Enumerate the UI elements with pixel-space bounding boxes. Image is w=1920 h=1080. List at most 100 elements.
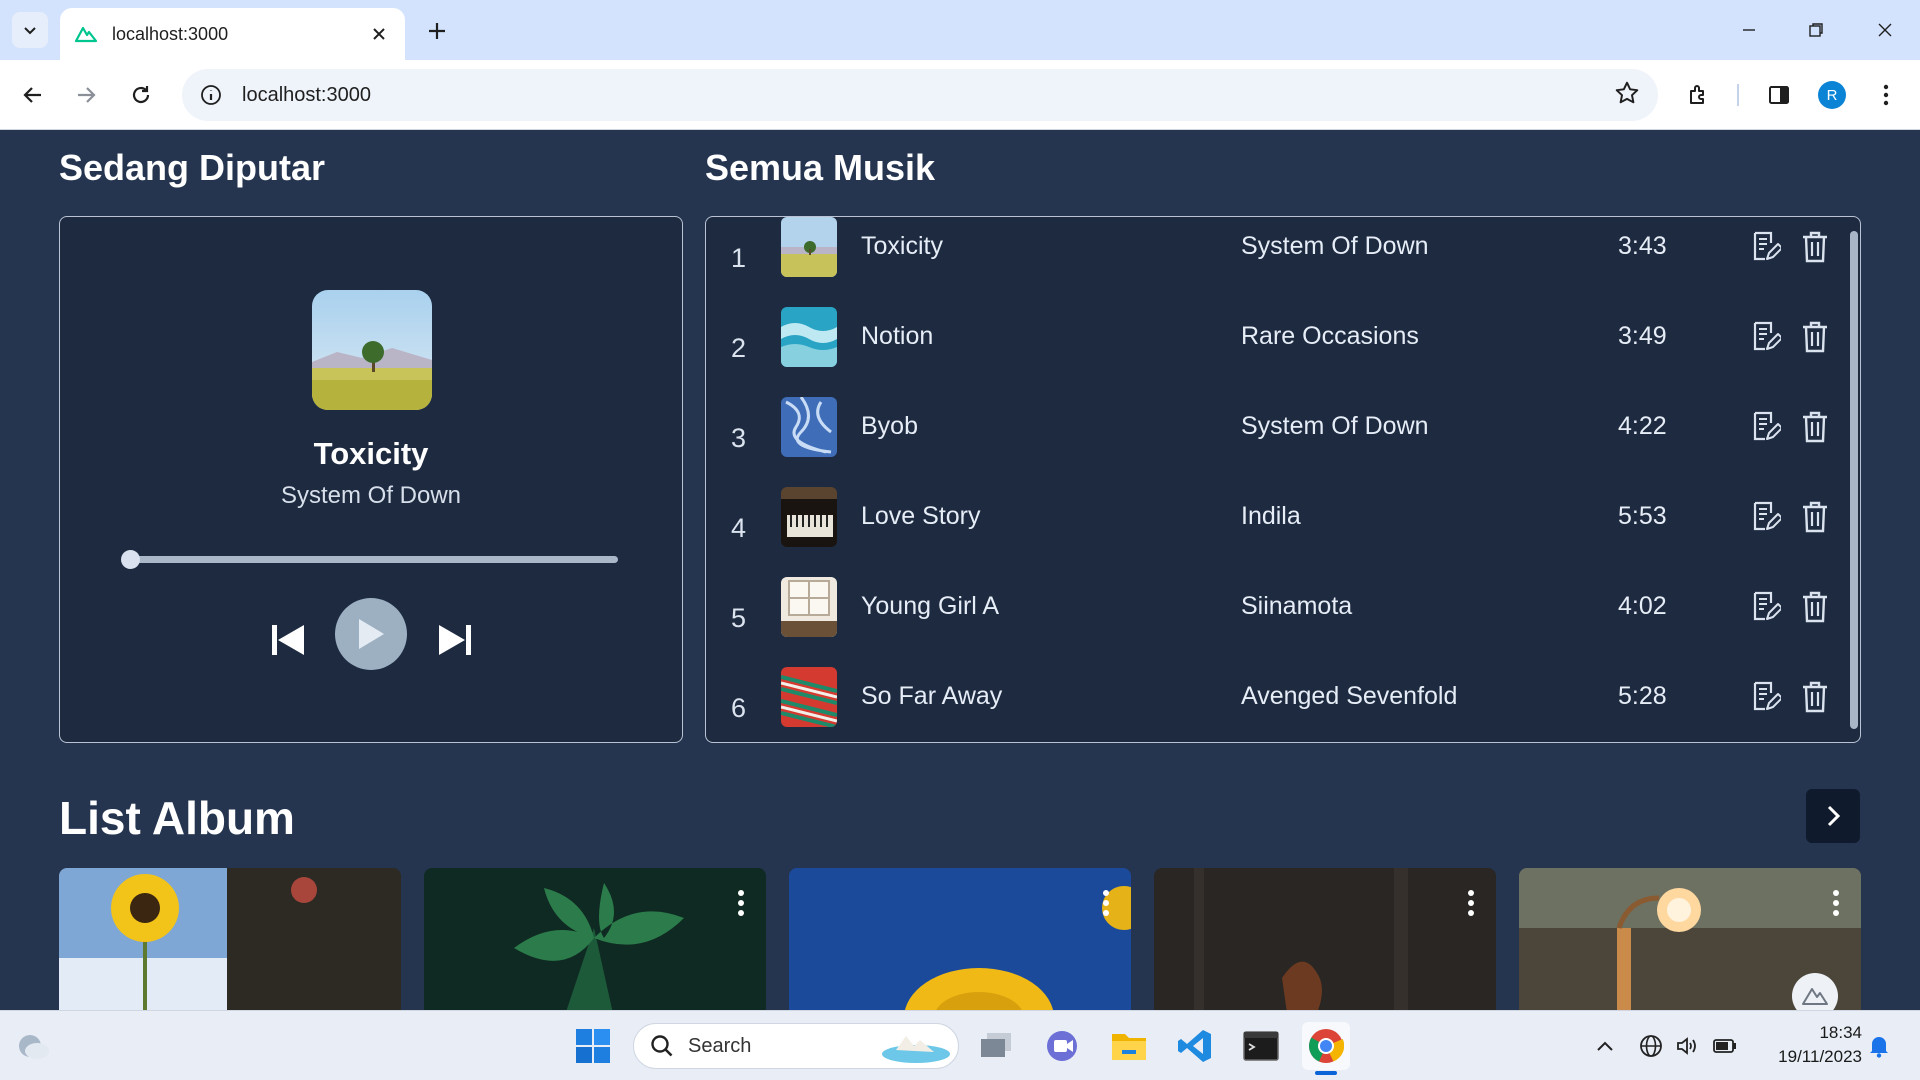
list-scrollbar[interactable]: [1850, 231, 1858, 729]
track-cover: [781, 307, 837, 367]
minimize-button[interactable]: [1726, 10, 1772, 50]
address-url[interactable]: localhost:3000: [242, 84, 371, 107]
album-cover: [1154, 868, 1496, 1010]
trash-icon: [1803, 321, 1827, 353]
globe-icon: [1640, 1035, 1662, 1057]
taskbar-clock[interactable]: 18:34 19/11/2023: [1752, 1021, 1862, 1069]
edit-button[interactable]: [1749, 499, 1783, 535]
album-card[interactable]: [424, 868, 766, 1010]
browser-toolbar: localhost:3000 R: [0, 60, 1920, 130]
forward-button[interactable]: [66, 75, 106, 115]
track-row[interactable]: 4 Love Story Indila 5:53: [706, 487, 1846, 577]
more-vertical-icon[interactable]: [1099, 888, 1113, 918]
track-row[interactable]: 6 So Far Away Avenged Sevenfold 5:28: [706, 667, 1846, 742]
chevron-right-icon: [1827, 805, 1841, 827]
battery-button[interactable]: [1710, 1031, 1740, 1061]
trash-icon: [1803, 231, 1827, 263]
show-hidden-icons-button[interactable]: [1590, 1031, 1620, 1061]
terminal-button[interactable]: [1237, 1022, 1285, 1070]
track-number: 6: [731, 693, 747, 723]
bookmark-star-button[interactable]: [1614, 80, 1640, 111]
notifications-button[interactable]: [1864, 1031, 1894, 1061]
browser-tab[interactable]: localhost:3000: [60, 8, 405, 60]
taskbar-search-label: Search: [688, 1034, 752, 1057]
tab-close-button[interactable]: [367, 22, 391, 46]
chrome-button[interactable]: [1302, 1022, 1350, 1070]
album-card[interactable]: [1154, 868, 1496, 1010]
delete-button[interactable]: [1798, 589, 1832, 625]
search-icon: [651, 1035, 673, 1057]
start-button[interactable]: [569, 1022, 617, 1070]
toolbar-divider: [1737, 84, 1739, 106]
delete-button[interactable]: [1798, 679, 1832, 715]
more-vertical-icon[interactable]: [1464, 888, 1478, 918]
edit-button[interactable]: [1749, 229, 1783, 265]
reload-button[interactable]: [121, 75, 161, 115]
taskbar-search[interactable]: Search: [633, 1023, 959, 1069]
weather-widget[interactable]: [10, 1022, 58, 1070]
volume-button[interactable]: [1672, 1031, 1702, 1061]
vscode-icon: [1178, 1030, 1211, 1062]
network-button[interactable]: [1636, 1031, 1666, 1061]
album-cover: [789, 868, 1131, 1010]
teams-chat-button[interactable]: [1039, 1022, 1087, 1070]
browser-tabstrip: localhost:3000: [0, 0, 1920, 60]
taskbar: Search 18:34 19/11/2023: [0, 1010, 1920, 1080]
skip-next-icon: [439, 625, 471, 655]
restore-button[interactable]: [1793, 10, 1839, 50]
edit-button[interactable]: [1749, 589, 1783, 625]
previous-button[interactable]: [268, 620, 308, 660]
file-explorer-button[interactable]: [1105, 1022, 1153, 1070]
close-window-button[interactable]: [1862, 10, 1908, 50]
task-view-button[interactable]: [973, 1022, 1021, 1070]
extensions-button[interactable]: [1679, 75, 1719, 115]
more-vertical-icon: [1883, 84, 1889, 106]
next-button[interactable]: [435, 620, 475, 660]
progress-thumb[interactable]: [121, 550, 140, 569]
active-app-indicator: [1315, 1071, 1337, 1075]
site-info-icon[interactable]: [200, 84, 222, 106]
profile-button[interactable]: R: [1812, 75, 1852, 115]
side-panel-icon: [1769, 86, 1789, 104]
track-row[interactable]: 5 Young Girl A Siinamota 4:02: [706, 577, 1846, 667]
nuxt-favicon-icon: [74, 26, 98, 43]
track-number: 1: [731, 243, 747, 273]
track-artist: Siinamota: [1241, 592, 1353, 620]
edit-button[interactable]: [1749, 319, 1783, 355]
play-button[interactable]: [335, 598, 407, 670]
edit-note-icon: [1753, 231, 1781, 261]
more-vertical-icon[interactable]: [734, 888, 748, 918]
track-duration: 3:49: [1618, 322, 1667, 350]
track-cover: [781, 397, 837, 457]
more-vertical-icon[interactable]: [1829, 888, 1843, 918]
tab-search-button[interactable]: [12, 12, 48, 48]
delete-button[interactable]: [1798, 229, 1832, 265]
delete-button[interactable]: [1798, 319, 1832, 355]
track-title: Toxicity: [861, 232, 943, 260]
folder-icon: [1112, 1034, 1146, 1060]
delete-button[interactable]: [1798, 499, 1832, 535]
track-duration: 5:28: [1618, 682, 1667, 710]
track-row[interactable]: 1 Toxicity System Of Down 3:43: [706, 217, 1846, 307]
album-next-button[interactable]: [1806, 789, 1860, 843]
album-card[interactable]: [59, 868, 401, 1010]
edit-button[interactable]: [1749, 679, 1783, 715]
trash-icon: [1803, 591, 1827, 623]
browser-menu-button[interactable]: [1866, 75, 1906, 115]
edit-note-icon: [1753, 411, 1781, 441]
address-bar[interactable]: localhost:3000: [182, 69, 1658, 121]
side-panel-button[interactable]: [1759, 75, 1799, 115]
track-row[interactable]: 2 Notion Rare Occasions 3:49: [706, 307, 1846, 397]
delete-button[interactable]: [1798, 409, 1832, 445]
edit-button[interactable]: [1749, 409, 1783, 445]
album-card[interactable]: [789, 868, 1131, 1010]
new-tab-button[interactable]: [418, 12, 456, 50]
clock-date: 19/11/2023: [1778, 1047, 1862, 1066]
track-duration: 4:02: [1618, 592, 1667, 620]
back-button[interactable]: [13, 75, 53, 115]
track-row[interactable]: 3 Byob System Of Down 4:22: [706, 397, 1846, 487]
vscode-button[interactable]: [1171, 1022, 1219, 1070]
track-title: Love Story: [861, 502, 981, 530]
now-playing-card: Toxicity System Of Down: [59, 216, 683, 743]
progress-slider[interactable]: [121, 550, 618, 569]
